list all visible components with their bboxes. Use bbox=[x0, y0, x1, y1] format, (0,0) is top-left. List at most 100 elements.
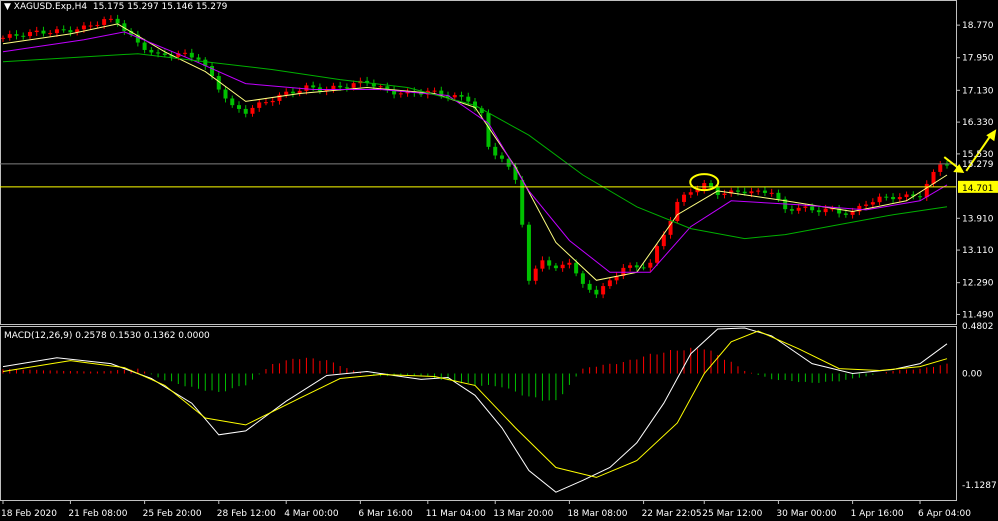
candle-body bbox=[290, 91, 295, 94]
candle-body bbox=[183, 52, 188, 54]
candle-body bbox=[54, 29, 59, 34]
candle-body bbox=[21, 35, 26, 37]
candle-body bbox=[675, 201, 680, 222]
candle-body bbox=[81, 25, 86, 30]
candle-body bbox=[68, 30, 73, 33]
candle-body bbox=[735, 190, 740, 192]
time-tick-label: 11 Mar 04:00 bbox=[426, 509, 486, 519]
candle-body bbox=[601, 286, 606, 295]
candle-body bbox=[756, 190, 761, 192]
candle-body bbox=[762, 190, 767, 193]
candle-body bbox=[61, 29, 66, 31]
candle-body bbox=[311, 85, 316, 88]
candle-body bbox=[243, 108, 248, 114]
ma_fast-line bbox=[2, 23, 948, 281]
candle-body bbox=[634, 265, 639, 268]
candle-body bbox=[742, 191, 747, 194]
candle-body bbox=[351, 83, 356, 88]
candle-body bbox=[108, 18, 113, 20]
candle-body bbox=[567, 262, 572, 265]
candle-body bbox=[938, 164, 943, 172]
price-tick-label: 18.770 bbox=[962, 21, 994, 31]
candle-body bbox=[641, 267, 646, 269]
candle-body bbox=[843, 213, 848, 215]
time-tick-label: 22 Mar 22:05 bbox=[642, 509, 702, 519]
time-tick-label: 25 Mar 12:00 bbox=[702, 509, 762, 519]
candle-body bbox=[1, 37, 5, 39]
price-tick-label: 16.330 bbox=[962, 118, 994, 128]
candle-body bbox=[284, 91, 289, 95]
candle-body bbox=[270, 100, 275, 103]
macd-signal-line bbox=[2, 330, 948, 478]
macd-tick-label: 0.4802 bbox=[962, 322, 994, 332]
candle-body bbox=[230, 98, 235, 106]
candle-body bbox=[877, 196, 882, 203]
candle-body bbox=[884, 196, 889, 198]
candle-body bbox=[499, 155, 504, 159]
candle-body bbox=[156, 52, 161, 54]
candle-body bbox=[344, 87, 349, 89]
time-tick-label: 13 Mar 20:00 bbox=[493, 509, 553, 519]
candle-body bbox=[102, 19, 107, 25]
candle-body bbox=[924, 183, 929, 198]
macd-tick-label: 0.00 bbox=[962, 370, 982, 380]
candle-body bbox=[398, 93, 403, 95]
chart-canvas[interactable]: 18.770 17.950 17.130 16.330 15.530 13.910 13.1… bbox=[0, 0, 998, 521]
current-price-tag: 15.279 bbox=[962, 160, 994, 170]
candle-body bbox=[27, 32, 32, 37]
candle-body bbox=[553, 265, 558, 269]
candle-body bbox=[41, 30, 46, 34]
candle-body bbox=[769, 192, 774, 194]
candle-body bbox=[533, 268, 538, 281]
time-tick-label: 18 Mar 08:00 bbox=[567, 509, 627, 519]
candle-body bbox=[162, 53, 167, 55]
candle-body bbox=[95, 24, 100, 26]
candle-body bbox=[432, 90, 437, 92]
macd-tick-label: -1.1287 bbox=[962, 481, 997, 491]
candle-body bbox=[749, 191, 754, 194]
candle-body bbox=[88, 25, 93, 27]
candle-body bbox=[237, 105, 241, 109]
candle-body bbox=[722, 193, 727, 196]
candle-body bbox=[34, 30, 39, 33]
candle-body bbox=[547, 260, 552, 266]
candle-body bbox=[628, 265, 633, 268]
candle-body bbox=[48, 33, 53, 35]
candle-body bbox=[14, 34, 19, 36]
candle-body bbox=[810, 206, 815, 211]
time-tick-label: 30 Mar 00:00 bbox=[776, 509, 836, 519]
candle-body bbox=[803, 206, 808, 208]
candle-body bbox=[870, 202, 875, 205]
candle-body bbox=[607, 280, 612, 287]
candle-body bbox=[580, 273, 585, 284]
price-tick-label: 13.110 bbox=[962, 246, 994, 256]
time-tick-label: 25 Feb 20:00 bbox=[143, 509, 202, 519]
candle-body bbox=[459, 95, 464, 97]
candle-body bbox=[250, 107, 255, 114]
candle-body bbox=[655, 246, 660, 263]
candle-body bbox=[574, 262, 579, 274]
price-tick-label: 13.910 bbox=[962, 214, 994, 224]
candle-body bbox=[594, 289, 599, 295]
time-tick-label: 21 Feb 08:00 bbox=[68, 509, 127, 519]
candle-body bbox=[466, 96, 471, 102]
candle-body bbox=[789, 209, 794, 211]
candle-body bbox=[864, 204, 869, 206]
candle-body bbox=[823, 208, 828, 213]
candle-body bbox=[277, 94, 282, 101]
candle-body bbox=[115, 18, 120, 24]
time-tick-label: 4 Mar 00:00 bbox=[284, 509, 339, 519]
candle-body bbox=[452, 95, 457, 98]
time-tick-label: 28 Feb 12:00 bbox=[217, 509, 276, 519]
ma_mid-line bbox=[2, 31, 948, 273]
time-tick-label: 1 Apr 16:00 bbox=[851, 509, 904, 519]
candle-body bbox=[796, 207, 801, 211]
candle-body bbox=[338, 85, 343, 88]
candle-body bbox=[648, 262, 653, 268]
candle-body bbox=[688, 192, 693, 195]
candle-body bbox=[918, 196, 923, 198]
candle-body bbox=[493, 146, 498, 156]
macd-panel-frame bbox=[0, 326, 957, 501]
candle-body bbox=[526, 224, 531, 281]
time-tick-label: 6 Mar 16:00 bbox=[358, 509, 413, 519]
